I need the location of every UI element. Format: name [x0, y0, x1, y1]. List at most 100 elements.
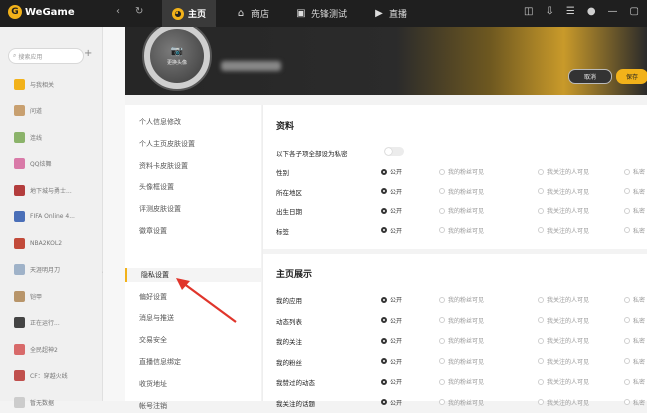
privacy-option-radio[interactable]: 私密	[624, 226, 645, 235]
submenu-item[interactable]: 个人主页皮肤设置	[139, 137, 195, 151]
submenu-item[interactable]: 直播信息绑定	[139, 355, 181, 369]
privacy-option-radio[interactable]: 私密	[624, 357, 645, 366]
privacy-option-radio[interactable]: 我的粉丝可见	[439, 316, 484, 325]
tab-home[interactable]: ◕ 主页	[162, 0, 217, 27]
back-icon[interactable]: ‹	[116, 6, 120, 17]
privacy-option-radio[interactable]: 公开	[381, 206, 402, 215]
privacy-option-label: 私密	[633, 379, 646, 386]
radio-dot-icon	[381, 296, 387, 303]
privacy-option-radio[interactable]: 我的粉丝可见	[439, 206, 484, 215]
privacy-row: 性别 公开 我的粉丝可见 我关注的人可见 私密	[276, 167, 647, 179]
privacy-option-radio[interactable]: 公开	[381, 226, 402, 235]
sidebar-gutter	[103, 27, 125, 401]
privacy-option-radio[interactable]: 公开	[381, 398, 402, 407]
game-label: 问道	[30, 108, 43, 115]
tab-pioneer-test[interactable]: ▣ 先锋测试	[295, 0, 347, 27]
privacy-option-radio[interactable]: 我关注的人可见	[538, 295, 589, 304]
submenu-item[interactable]: 交易安全	[139, 333, 167, 347]
refresh-icon[interactable]: ↻	[135, 6, 143, 17]
privacy-option-radio[interactable]: 我的粉丝可见	[439, 336, 484, 345]
submenu-item[interactable]: 收货地址	[139, 377, 167, 391]
privacy-option-radio[interactable]: 我关注的人可见	[538, 206, 589, 215]
game-item[interactable]: 与我相关	[14, 77, 54, 91]
game-label: 铠甲	[30, 293, 43, 301]
game-item[interactable]: 地下城与勇士...	[14, 183, 72, 197]
section-title-profile: 资料	[276, 122, 295, 132]
privacy-option-radio[interactable]: 我的粉丝可见	[439, 295, 484, 304]
tab-live[interactable]: ▶ 直播	[373, 0, 407, 27]
privacy-option-radio[interactable]: 我关注的人可见	[538, 187, 589, 196]
add-game-button[interactable]: +	[84, 48, 92, 59]
wegame-logo[interactable]: G WeGame	[8, 5, 75, 19]
game-icon	[14, 78, 25, 90]
maximize-icon[interactable]: ▢	[630, 6, 639, 17]
submenu-item[interactable]: 头像框设置	[139, 180, 174, 194]
game-item[interactable]: 暂无数据	[14, 395, 54, 409]
privacy-option-radio[interactable]: 我关注的人可见	[538, 167, 589, 176]
minimize-icon[interactable]: —	[608, 6, 618, 17]
game-item[interactable]: 铠甲	[14, 289, 42, 303]
privacy-option-radio[interactable]: 私密	[624, 336, 645, 345]
save-button[interactable]: 保存	[616, 69, 647, 84]
change-avatar-label: 更换头像	[166, 60, 187, 66]
messages-icon[interactable]: ◫	[524, 6, 533, 17]
game-item[interactable]: NBA2KOL2	[14, 236, 62, 250]
privacy-option-radio[interactable]: 我的粉丝可见	[439, 187, 484, 196]
tab-store[interactable]: ⌂ 商店	[235, 0, 269, 27]
cancel-button[interactable]: 取消	[568, 69, 612, 84]
game-item[interactable]: 全民超神2	[14, 342, 58, 356]
radio-dot-icon	[439, 168, 445, 175]
game-item[interactable]: 连线	[14, 130, 42, 144]
submenu-item[interactable]: 个人信息修改	[139, 115, 181, 129]
privacy-option-radio[interactable]: 公开	[381, 167, 402, 176]
game-item[interactable]: QQ炫舞	[14, 157, 51, 171]
game-item[interactable]: CF：穿越火线	[14, 369, 68, 383]
privacy-option-radio[interactable]: 私密	[624, 187, 645, 196]
privacy-option-radio[interactable]: 我的粉丝可见	[439, 398, 484, 407]
download-icon[interactable]: ⇩	[545, 6, 553, 17]
game-item[interactable]: 正在运行...	[14, 316, 60, 330]
privacy-option-radio[interactable]: 公开	[381, 187, 402, 196]
game-item[interactable]: 问道	[14, 104, 42, 118]
privacy-option-radio[interactable]: 私密	[624, 316, 645, 325]
submenu-item[interactable]: 评测皮肤设置	[139, 202, 181, 216]
submenu-item[interactable]: 徽章设置	[139, 224, 167, 238]
submenu-item[interactable]: 消息与推送	[139, 311, 174, 325]
game-label: 连线	[30, 134, 43, 142]
privacy-option-radio[interactable]: 私密	[624, 206, 645, 215]
privacy-option-radio[interactable]: 我的粉丝可见	[439, 377, 484, 386]
radio-dot-icon	[538, 378, 544, 385]
submenu-item[interactable]: 偏好设置	[139, 290, 167, 304]
privacy-option-radio[interactable]: 我的粉丝可见	[439, 167, 484, 176]
privacy-option-radio[interactable]: 公开	[381, 316, 402, 325]
game-label: 全民超神2	[30, 346, 58, 354]
privacy-option-radio[interactable]: 公开	[381, 336, 402, 345]
privacy-option-radio[interactable]: 私密	[624, 167, 645, 176]
privacy-option-radio[interactable]: 我关注的人可见	[538, 377, 589, 386]
privacy-option-radio[interactable]: 公开	[381, 377, 402, 386]
library-search[interactable]: ⌕ 搜索应用	[8, 48, 84, 64]
privacy-option-radio[interactable]: 私密	[624, 377, 645, 386]
submenu-item-privacy[interactable]: 隐私设置	[125, 267, 261, 282]
avatar[interactable]: 📷 更换头像	[142, 27, 212, 91]
privacy-option-radio[interactable]: 我关注的人可见	[538, 336, 589, 345]
submenu-item[interactable]: 资料卡皮肤设置	[139, 159, 188, 173]
privacy-row: 所在地区 公开 我的粉丝可见 我关注的人可见 私密	[276, 187, 647, 199]
privacy-option-radio[interactable]: 我关注的人可见	[538, 316, 589, 325]
radio-dot-icon	[439, 188, 445, 194]
privacy-option-radio[interactable]: 私密	[624, 295, 645, 304]
game-item[interactable]: FIFA Online 4...	[14, 210, 75, 224]
privacy-option-radio[interactable]: 我关注的人可见	[538, 398, 589, 407]
privacy-option-radio[interactable]: 公开	[381, 295, 402, 304]
privacy-option-radio[interactable]: 私密	[624, 398, 645, 407]
private-all-toggle[interactable]	[384, 147, 404, 156]
game-item[interactable]: 天涯明月刀	[14, 263, 60, 277]
private-all-row: 以下各子项全部设为私密	[276, 147, 647, 160]
privacy-option-radio[interactable]: 我的粉丝可见	[439, 226, 484, 235]
privacy-option-radio[interactable]: 我的粉丝可见	[439, 357, 484, 366]
privacy-option-radio[interactable]: 我关注的人可见	[538, 357, 589, 366]
user-avatar-icon[interactable]: ●	[587, 6, 596, 17]
privacy-option-radio[interactable]: 我关注的人可见	[538, 226, 589, 235]
privacy-option-radio[interactable]: 公开	[381, 357, 402, 366]
settings-icon[interactable]: ☰	[566, 6, 575, 17]
